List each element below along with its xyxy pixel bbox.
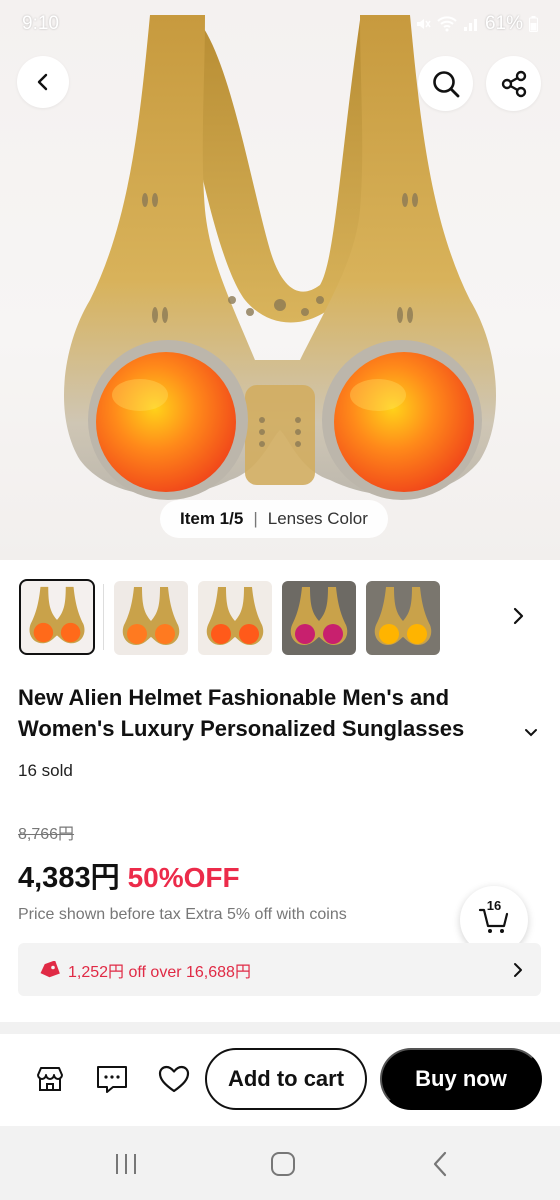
discount-badge: 50%OFF <box>127 862 240 893</box>
home-button[interactable] <box>263 1148 303 1180</box>
thumbnail-image <box>122 587 180 645</box>
thumbnail-2[interactable] <box>114 581 188 655</box>
thumbnail-5[interactable] <box>366 581 440 655</box>
product-image-carousel[interactable]: 9:10 61% Item 1/5 | Lenses Color <box>0 0 560 560</box>
store-button[interactable] <box>30 1059 70 1099</box>
recent-apps-button[interactable] <box>106 1148 146 1180</box>
thumbnail-image <box>374 587 432 645</box>
image-counter-pill[interactable]: Item 1/5 | Lenses Color <box>160 500 388 538</box>
system-back-button[interactable] <box>420 1148 460 1180</box>
product-title: New Alien Helmet Fashionable Men's and W… <box>18 685 465 741</box>
status-icons: 61% <box>415 13 538 35</box>
search-icon <box>432 70 459 97</box>
wishlist-button[interactable] <box>154 1059 194 1099</box>
image-counter: Item 1/5 <box>180 509 244 528</box>
thumbnail-3[interactable] <box>198 581 272 655</box>
buy-now-button[interactable]: Buy now <box>380 1048 542 1110</box>
chat-icon <box>97 1066 127 1093</box>
search-button[interactable] <box>418 56 473 111</box>
status-time: 9:10 <box>22 13 59 34</box>
recent-apps-icon <box>116 1154 136 1174</box>
share-button[interactable] <box>486 56 541 111</box>
section-divider <box>0 1022 560 1034</box>
variant-label: Lenses Color <box>267 509 368 528</box>
original-price: 8,766円 <box>18 826 75 843</box>
coupon-banner[interactable]: 1,252円 off over 16,688円 <box>18 943 541 996</box>
bottom-action-bar: Add to cart Buy now <box>0 1034 560 1126</box>
thumbnail-image <box>206 587 264 645</box>
coupon-tag-icon <box>38 960 60 979</box>
chevron-right-icon <box>513 607 524 625</box>
title-expand-button[interactable] <box>520 722 542 744</box>
signal-icon <box>463 19 477 31</box>
chevron-left-icon <box>37 73 48 91</box>
current-price: 4,383円 <box>18 862 120 894</box>
back-button[interactable] <box>17 56 69 108</box>
chat-button[interactable] <box>92 1059 132 1099</box>
thumbnail-image <box>290 587 348 645</box>
system-navigation-bar <box>0 1126 560 1200</box>
battery-icon <box>529 16 538 32</box>
thumbnail-strip <box>0 578 560 658</box>
home-icon <box>271 1152 295 1176</box>
tax-note: Price shown before tax Extra 5% off with… <box>18 906 347 923</box>
thumbnail-1[interactable] <box>19 579 95 655</box>
mute-icon <box>416 19 431 29</box>
back-arrow-icon <box>433 1151 447 1177</box>
sold-count: 16 sold <box>18 761 73 780</box>
heart-icon <box>158 1065 190 1093</box>
status-bar: 9:10 61% <box>0 0 560 48</box>
thumbnails-next-button[interactable] <box>504 602 532 630</box>
thumbnail-image <box>29 586 85 644</box>
battery-percent: 61% <box>484 13 523 34</box>
product-photo <box>63 15 497 500</box>
add-to-cart-button[interactable]: Add to cart <box>205 1048 367 1110</box>
chevron-down-icon <box>525 729 537 737</box>
cart-count: 16 <box>486 898 502 913</box>
price-row: 4,383円 50%OFF <box>18 854 240 896</box>
wifi-icon <box>437 16 457 32</box>
thumbnail-4[interactable] <box>282 581 356 655</box>
pill-separator: | <box>253 509 258 528</box>
store-icon <box>37 1067 63 1091</box>
thumbnail-divider <box>103 584 104 650</box>
share-icon <box>501 70 526 97</box>
chevron-right-icon <box>513 962 523 978</box>
coupon-text: 1,252円 off over 16,688円 <box>68 963 251 981</box>
